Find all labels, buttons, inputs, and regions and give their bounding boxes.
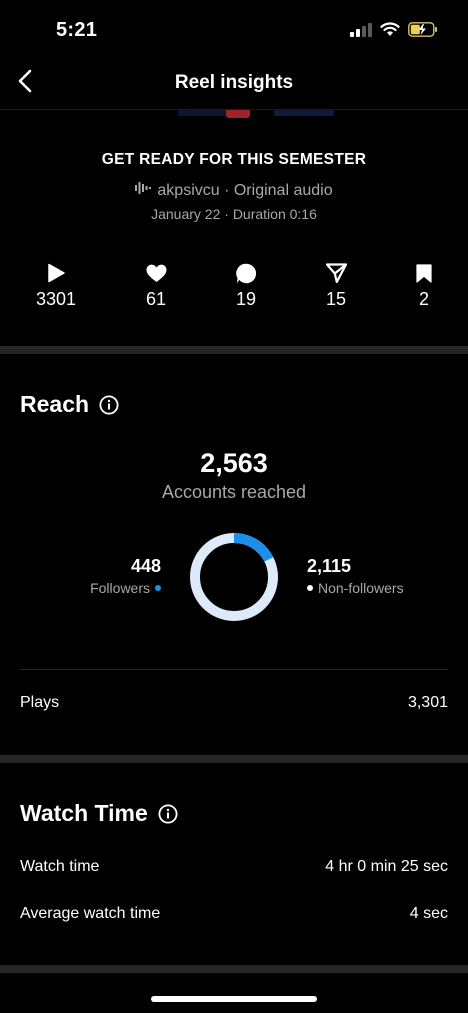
reach-info-icon[interactable] xyxy=(99,394,119,415)
section-divider xyxy=(0,965,468,973)
reel-thumbnail xyxy=(178,110,346,118)
nav-bar: Reel insights xyxy=(0,60,468,110)
comments-count: 19 xyxy=(235,289,257,309)
comment-icon xyxy=(235,262,257,284)
bookmark-icon xyxy=(416,262,432,284)
saves-count: 2 xyxy=(418,289,429,309)
audio-wave-icon xyxy=(135,181,152,200)
watch-time-row: Watch time 4 hr 0 min 25 sec xyxy=(20,858,448,876)
engagement-stats: 3301 61 19 15 2 xyxy=(0,262,468,312)
average-watch-time-row: Average watch time 4 sec xyxy=(20,905,448,923)
plays-label: Plays xyxy=(20,694,60,711)
audio-info[interactable]: akpsivcu · Original audio xyxy=(0,181,468,200)
saves-stat[interactable]: 2 xyxy=(384,262,464,310)
nonfollowers-label: Non-followers xyxy=(318,580,404,596)
status-bar: 5:21 xyxy=(0,0,468,60)
reach-donut-chart xyxy=(190,533,278,621)
plays-value: 3,301 xyxy=(407,694,448,711)
reach-title: Reach xyxy=(20,391,90,417)
nonfollowers-stat: 2,115 Non-followers xyxy=(307,556,404,596)
followers-stat: 448 Followers xyxy=(90,556,161,596)
status-icons xyxy=(350,22,438,42)
watch-time-heading: Watch Time xyxy=(20,800,178,827)
accounts-reached-label: Accounts reached xyxy=(161,482,307,502)
heart-icon xyxy=(146,262,167,284)
status-time: 5:21 xyxy=(56,19,98,41)
play-icon xyxy=(46,262,66,284)
accounts-reached-value: 2,563 xyxy=(200,448,268,478)
nonfollowers-value: 2,115 xyxy=(307,556,352,576)
nonfollowers-legend-dot xyxy=(307,585,313,591)
share-icon xyxy=(325,262,347,284)
signal-icon xyxy=(350,22,372,42)
battery-charging-icon xyxy=(408,22,438,42)
average-watch-time-label: Average watch time xyxy=(20,905,161,922)
separator-line xyxy=(20,669,448,670)
home-indicator[interactable] xyxy=(151,996,317,1002)
audio-label: akpsivcu · Original audio xyxy=(157,181,333,199)
likes-stat[interactable]: 61 xyxy=(116,262,196,310)
comments-stat[interactable]: 19 xyxy=(206,262,286,310)
followers-value: 448 xyxy=(130,556,161,576)
average-watch-time-value: 4 sec xyxy=(409,905,448,922)
plays-count: 3301 xyxy=(35,289,77,309)
shares-count: 15 xyxy=(325,289,347,309)
reel-meta: January 22 · Duration 0:16 xyxy=(151,206,317,222)
plays-stat[interactable]: 3301 xyxy=(16,262,96,310)
likes-count: 61 xyxy=(145,289,167,309)
followers-legend-dot xyxy=(155,585,161,591)
watch-time-title: Watch Time xyxy=(20,800,148,826)
watch-time-label: Watch time xyxy=(20,858,100,875)
reel-title: GET READY FOR THIS SEMESTER xyxy=(101,151,367,168)
plays-row: Plays 3,301 xyxy=(20,694,448,712)
reach-heading: Reach xyxy=(20,391,119,418)
page-title: Reel insights xyxy=(174,72,294,93)
watch-time-value: 4 hr 0 min 25 sec xyxy=(325,858,448,875)
section-divider xyxy=(0,755,468,763)
wifi-icon xyxy=(380,22,400,42)
shares-stat[interactable]: 15 xyxy=(296,262,376,310)
followers-label: Followers xyxy=(90,580,150,596)
section-divider xyxy=(0,346,468,354)
watch-time-info-icon[interactable] xyxy=(158,803,178,824)
